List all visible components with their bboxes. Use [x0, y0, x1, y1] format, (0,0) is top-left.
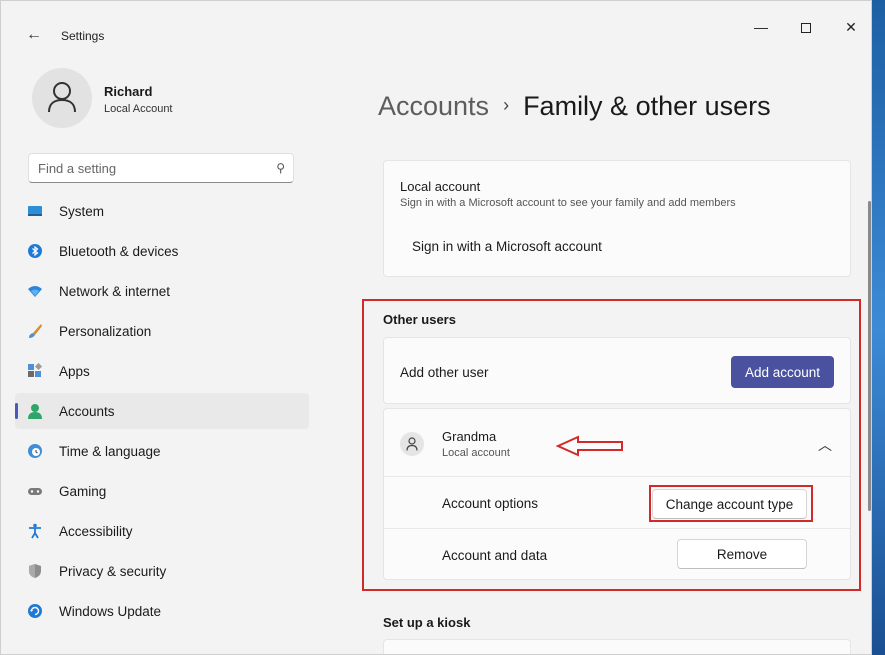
sidebar-item-privacy[interactable]: Privacy & security: [15, 553, 309, 589]
minimize-button[interactable]: —: [741, 13, 781, 41]
avatar: [32, 68, 92, 128]
search-box[interactable]: ⚲: [28, 153, 294, 183]
accessibility-icon: [29, 523, 41, 539]
search-icon[interactable]: ⚲: [276, 161, 285, 175]
person-icon: [28, 404, 42, 419]
maximize-button[interactable]: [786, 13, 826, 41]
maximize-icon: [801, 23, 811, 34]
gamepad-icon: [28, 488, 42, 495]
app-title: Settings: [61, 29, 105, 43]
sidebar-item-label: Personalization: [59, 324, 152, 339]
close-button[interactable]: ✕: [831, 13, 871, 41]
sidebar-item-label: Accounts: [59, 404, 115, 419]
microsoft-signin-link[interactable]: Sign in with a Microsoft account: [412, 239, 602, 254]
breadcrumb: Accounts › Family & other users: [378, 91, 771, 122]
settings-window: ← Settings — ✕ Richard Local Account ⚲ S…: [0, 0, 872, 655]
back-arrow-icon[interactable]: ←: [21, 23, 47, 47]
highlight-box-other-users: [362, 299, 861, 591]
sidebar-item-time-language[interactable]: Time & language: [15, 433, 309, 469]
shield-icon: [29, 564, 41, 578]
sidebar-item-label: Windows Update: [59, 604, 162, 619]
breadcrumb-parent[interactable]: Accounts: [378, 91, 489, 121]
scrollbar[interactable]: [868, 201, 871, 511]
title-bar: ← Settings — ✕: [1, 1, 871, 53]
sidebar-item-accounts[interactable]: Accounts: [15, 393, 309, 429]
kiosk-heading: Set up a kiosk: [383, 615, 471, 630]
sidebar-item-label: System: [59, 204, 105, 219]
sidebar-item-label: Gaming: [59, 484, 107, 499]
sidebar-item-windows-update[interactable]: Windows Update: [15, 593, 309, 629]
desktop-background: [872, 0, 885, 655]
sidebar-item-gaming[interactable]: Gaming: [15, 473, 309, 509]
chevron-right-icon: ›: [503, 95, 510, 115]
refresh-icon: [28, 604, 42, 618]
sidebar-nav: System Bluetooth & devices Network & int…: [15, 193, 309, 633]
local-account-title: Local account: [400, 179, 481, 194]
page-title: Family & other users: [523, 91, 771, 121]
wifi-icon: [28, 286, 42, 297]
kiosk-card[interactable]: [383, 639, 851, 654]
sidebar-item-label: Apps: [59, 364, 90, 379]
sidebar-item-label: Bluetooth & devices: [59, 244, 179, 259]
sidebar-item-bluetooth[interactable]: Bluetooth & devices: [15, 233, 309, 269]
sidebar-item-system[interactable]: System: [15, 193, 309, 229]
user-account-type: Local Account: [104, 103, 173, 115]
sidebar-item-label: Accessibility: [59, 524, 133, 539]
bluetooth-icon: [28, 244, 42, 258]
highlight-box-change-type: [649, 485, 813, 522]
local-account-card: Local account Sign in with a Microsoft a…: [383, 160, 851, 277]
brush-icon: [29, 324, 42, 338]
sidebar-item-label: Time & language: [59, 444, 161, 459]
monitor-icon: [28, 206, 42, 216]
search-input[interactable]: [38, 159, 258, 177]
sidebar-item-personalization[interactable]: Personalization: [15, 313, 309, 349]
sidebar-item-network[interactable]: Network & internet: [15, 273, 309, 309]
sidebar-item-label: Network & internet: [59, 284, 171, 299]
sidebar-item-label: Privacy & security: [59, 564, 167, 579]
sidebar-item-apps[interactable]: Apps: [15, 353, 309, 389]
sidebar-item-accessibility[interactable]: Accessibility: [15, 513, 309, 549]
apps-icon: [28, 363, 43, 377]
globe-clock-icon: [28, 444, 42, 458]
person-icon: [48, 82, 76, 113]
user-name: Richard: [104, 84, 153, 99]
local-account-description: Sign in with a Microsoft account to see …: [400, 197, 736, 209]
